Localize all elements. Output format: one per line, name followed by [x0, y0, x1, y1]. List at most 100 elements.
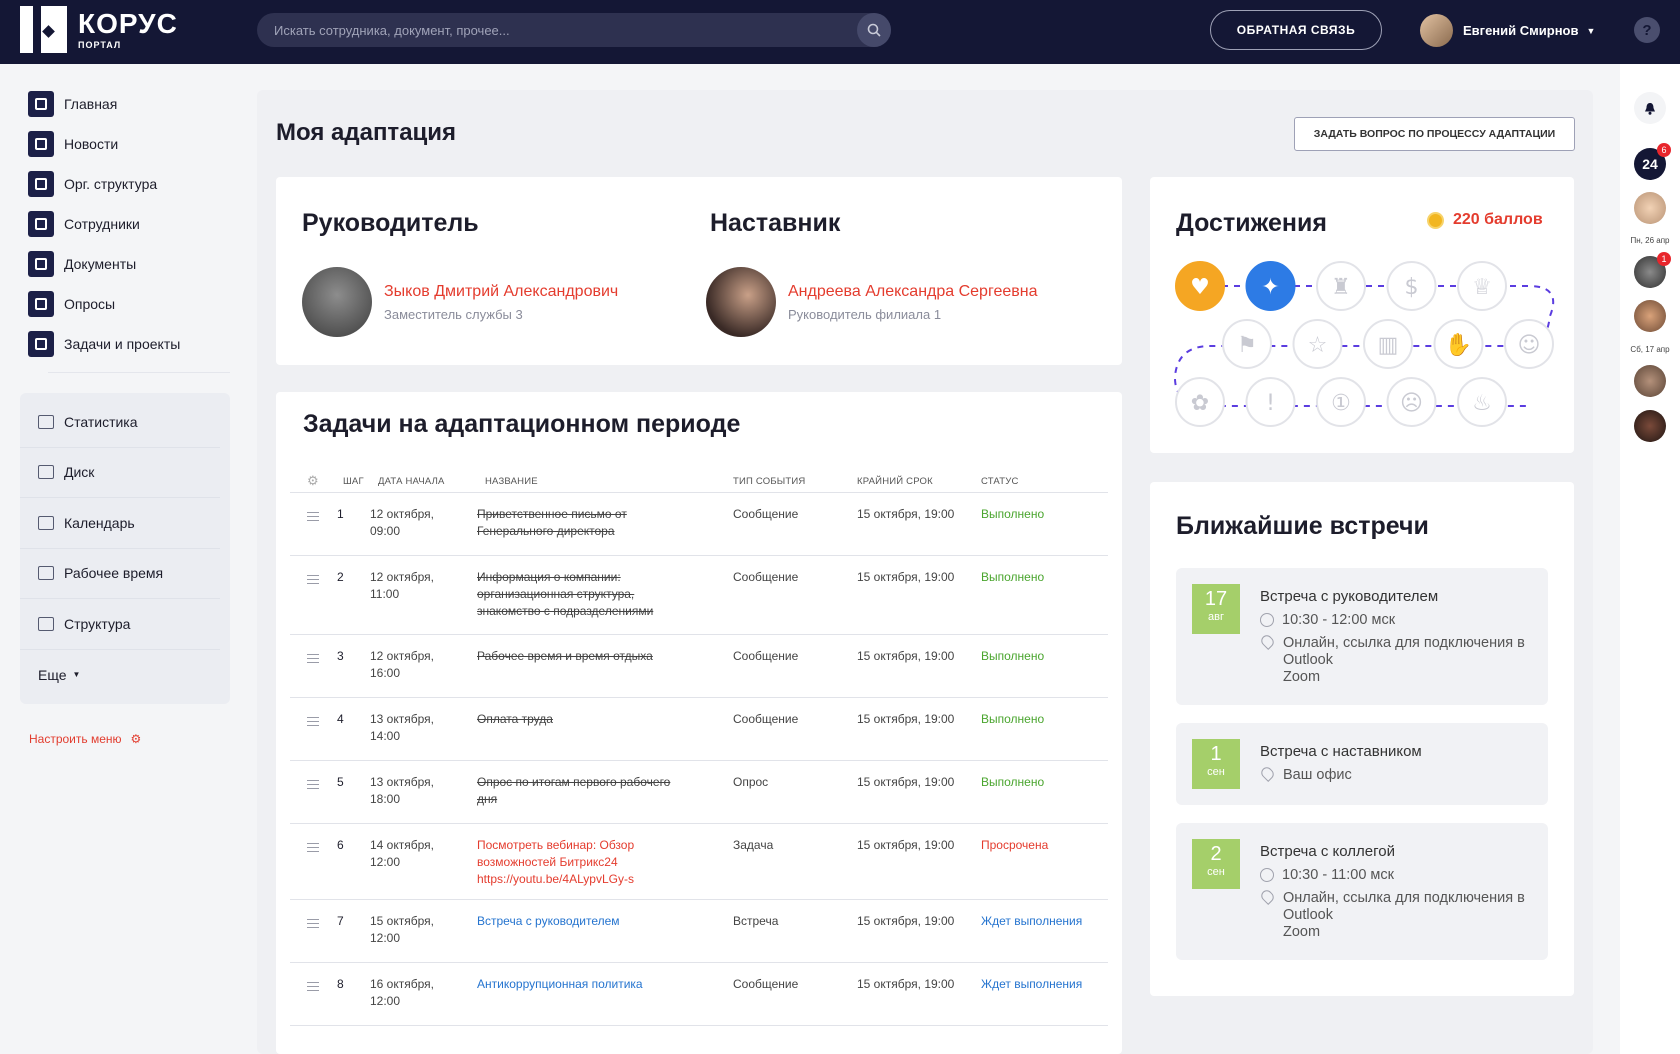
sidebar-box-item[interactable]: Календарь: [20, 498, 220, 549]
meeting-title[interactable]: Встреча с руководителем: [1260, 588, 1438, 605]
meeting-month: сен: [1207, 866, 1225, 878]
table-row[interactable]: 3 12 октября, 16:00 Рабочее время и время …: [290, 634, 1108, 697]
table-row[interactable]: 2 12 октября, 11:00 Информация о компании:…: [290, 555, 1108, 634]
drag-handle-icon[interactable]: [307, 512, 319, 521]
meeting-time-text: 10:30 - 11:00 мск: [1282, 867, 1394, 883]
drag-handle-icon[interactable]: [307, 843, 319, 852]
task-type: Сообщение: [733, 507, 799, 521]
disk-icon: [38, 465, 54, 480]
sidebar-item[interactable]: Главная: [28, 84, 230, 124]
flower-icon[interactable]: ✿: [1175, 377, 1225, 427]
flag-icon[interactable]: ⚑: [1222, 319, 1272, 369]
user-menu[interactable]: Евгений Смирнов ▼: [1420, 14, 1595, 47]
date-badge: 2 сен: [1192, 839, 1240, 889]
contact-avatar[interactable]: [1634, 365, 1666, 397]
mentor-person[interactable]: Андреева Александра Сергеевна Руководите…: [706, 267, 1037, 337]
drag-handle-icon[interactable]: [307, 982, 319, 991]
feedback-button[interactable]: ОБРАТНАЯ СВЯЗЬ: [1210, 10, 1382, 50]
manager-name[interactable]: Зыков Дмитрий Александрович: [384, 283, 618, 301]
sidebar-box-item[interactable]: Структура: [20, 599, 220, 650]
meeting-item[interactable]: 2 сен Встреча с коллегой 10:30 - 11:00 мск О…: [1176, 823, 1548, 960]
sidebar-item-label: Опросы: [64, 296, 116, 312]
sidebar-item[interactable]: Документы: [28, 244, 230, 284]
star-icon[interactable]: ☆: [1292, 319, 1343, 369]
task-type: Сообщение: [733, 712, 799, 726]
drag-handle-icon[interactable]: [307, 654, 319, 663]
drag-handle-icon[interactable]: [307, 919, 319, 928]
drag-handle-icon[interactable]: [307, 717, 319, 726]
cake-icon[interactable]: ♨: [1457, 377, 1507, 427]
chevron-down-icon: ▼: [1586, 25, 1596, 36]
task-name[interactable]: Посмотреть вебинар: Обзор возможностей Б…: [477, 837, 634, 888]
sidebar-box-item[interactable]: Статистика: [20, 397, 220, 448]
meeting-item[interactable]: 17 авг Встреча с руководителем 10:30 - 12:0…: [1176, 568, 1548, 705]
task-name[interactable]: Антикоррупционная политика: [477, 976, 643, 993]
task-name[interactable]: Встреча с руководителем: [477, 913, 620, 930]
contact-avatar[interactable]: [1634, 300, 1666, 332]
settings-gear-icon[interactable]: ⚙: [307, 473, 319, 489]
column-deadline: КРАЙНИЙ СРОК: [857, 476, 933, 487]
table-row[interactable]: 5 13 октября, 18:00 Опрос по итогам первог…: [290, 760, 1108, 823]
beer-icon[interactable]: ▥: [1363, 319, 1413, 369]
sidebar-item-label: Орг. структура: [64, 176, 158, 192]
meeting-title[interactable]: Встреча с коллегой: [1260, 843, 1395, 860]
sidebar-item[interactable]: Сотрудники: [28, 204, 230, 244]
table-row[interactable]: 4 13 октября, 14:00 Оплата труда Сообщение 1…: [290, 697, 1108, 760]
logo[interactable]: КОРУС ПОРТАЛ: [20, 6, 178, 53]
svg-text:▥: ▥: [1378, 333, 1399, 358]
achievements-grid: ♥ ✦ ♜ $ ♕ ☺ ✋ ▥ ☆ ⚑ ✿! ① ☹ ♨: [1173, 261, 1555, 427]
search-input[interactable]: [274, 13, 844, 47]
task-name[interactable]: Опрос по итогам первого рабочего дня: [477, 774, 670, 808]
sidebar-item[interactable]: Опросы: [28, 284, 230, 324]
heart-icon[interactable]: ♥: [1175, 261, 1225, 311]
crown-icon[interactable]: ♕: [1457, 261, 1507, 311]
smile-icon[interactable]: ☺: [1504, 319, 1554, 369]
user-name: Евгений Смирнов: [1463, 23, 1579, 38]
meeting-place-text: Онлайн, ссылка для подключения в Outlook…: [1283, 890, 1525, 940]
sidebar-box-item[interactable]: Диск: [20, 448, 220, 498]
sidebar-item[interactable]: Задачи и проекты: [28, 324, 230, 364]
money-bag-icon[interactable]: $: [1386, 261, 1437, 311]
help-button[interactable]: ?: [1634, 17, 1660, 43]
clock-icon: [1260, 613, 1274, 627]
neutral-face-icon[interactable]: ☹: [1386, 377, 1437, 427]
search-button[interactable]: [857, 13, 891, 47]
mentor-name[interactable]: Андреева Александра Сергеевна: [788, 283, 1037, 301]
sidebar-box-item[interactable]: Рабочее время: [20, 549, 220, 599]
meeting-item[interactable]: 1 сен Встреча с наставником Ваш офис: [1176, 723, 1548, 805]
right-bar: 24 6 Пн, 26 апр 1 Сб, 17 апр: [1620, 64, 1680, 1054]
task-step: 8: [337, 977, 344, 991]
task-name[interactable]: Оплата труда: [477, 711, 553, 728]
task-status: Выполнено: [981, 712, 1045, 726]
mentor-role: Руководитель филиала 1: [788, 306, 942, 322]
trophy-icon[interactable]: ♜: [1316, 261, 1366, 311]
sidebar-item-label: Главная: [64, 96, 118, 112]
table-row[interactable]: 8 16 октября, 12:00 Антикоррупционная поли…: [290, 962, 1108, 1025]
drag-handle-icon[interactable]: [307, 575, 319, 584]
one-icon[interactable]: ①: [1316, 377, 1366, 427]
table-row[interactable]: 7 15 октября, 12:00 Встреча с руководителе…: [290, 899, 1108, 962]
compass-icon[interactable]: ✦: [1245, 261, 1296, 311]
drag-handle-icon[interactable]: [307, 780, 319, 789]
contact-avatar[interactable]: [1634, 410, 1666, 442]
task-start: 12 октября, 11:00: [370, 570, 434, 601]
task-name[interactable]: Информация о компании: организационная с…: [477, 569, 653, 620]
ask-question-button[interactable]: ЗАДАТЬ ВОПРОС ПО ПРОЦЕССУ АДАПТАЦИИ: [1294, 117, 1575, 151]
task-name[interactable]: Рабочее время и время отдыха: [477, 648, 653, 665]
location-pin-icon: [1259, 888, 1276, 905]
setup-menu-link[interactable]: Настроить меню ⚙: [29, 732, 230, 746]
meeting-month: сен: [1207, 766, 1225, 778]
meeting-title[interactable]: Встреча с наставником: [1260, 743, 1422, 760]
manager-person[interactable]: Зыков Дмитрий Александрович Заместитель …: [302, 267, 618, 337]
task-status: Ждет выполнения: [981, 977, 1083, 991]
hand-icon[interactable]: ✋: [1433, 319, 1484, 369]
sidebar-item[interactable]: Новости: [28, 124, 230, 164]
contact-avatar[interactable]: [1634, 192, 1666, 224]
notifications-button[interactable]: [1634, 92, 1666, 124]
table-row[interactable]: 1 12 октября, 09:00 Приветственное письмо …: [290, 492, 1108, 555]
sidebar-box-item[interactable]: Еще ▼: [20, 650, 220, 701]
task-name[interactable]: Приветственное письмо от Генерального ди…: [477, 506, 627, 540]
sidebar-item[interactable]: Орг. структура: [28, 164, 230, 204]
exclamation-icon[interactable]: !: [1245, 377, 1296, 427]
table-row[interactable]: 6 14 октября, 12:00 Посмотреть вебинар: Об…: [290, 823, 1108, 899]
